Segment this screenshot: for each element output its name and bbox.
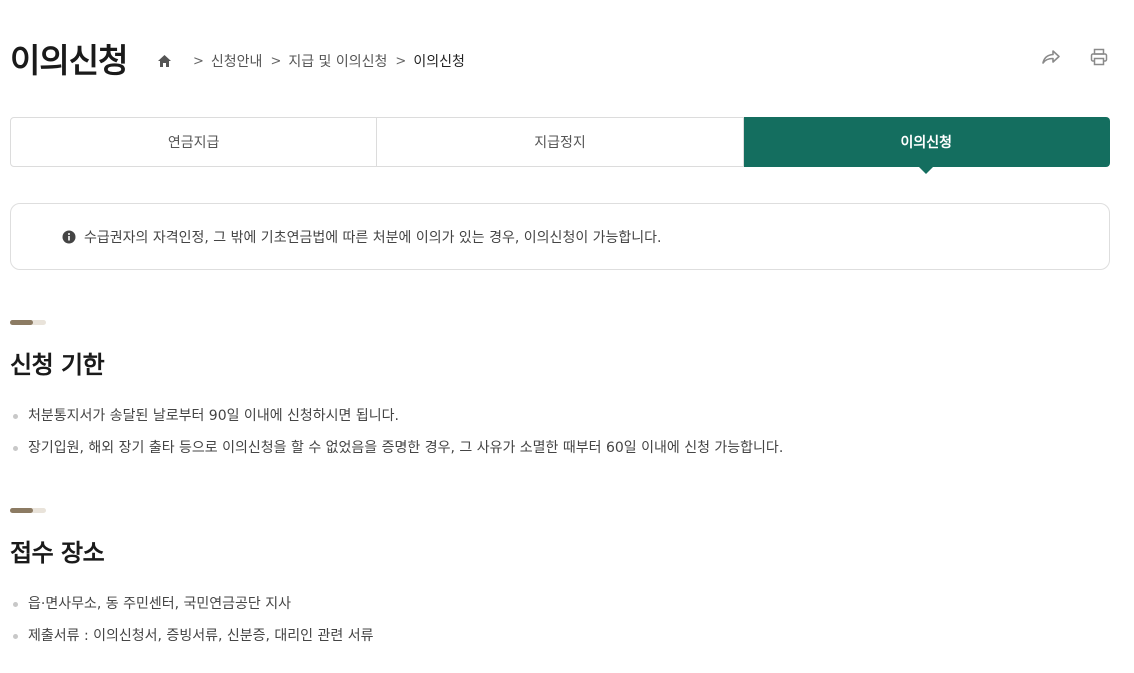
print-button[interactable] [1088, 46, 1110, 68]
breadcrumb: > 신청안내 > 지급 및 이의신청 > 이의신청 [157, 50, 473, 72]
tab-bar: 연금지급 지급정지 이의신청 [10, 117, 1110, 174]
print-icon [1090, 48, 1108, 66]
share-icon [1042, 50, 1060, 64]
chevron-right-icon: > [193, 53, 204, 69]
tab-objection[interactable]: 이의신청 [743, 117, 1110, 174]
chevron-right-icon: > [395, 53, 407, 69]
tab-pension-payment[interactable]: 연금지급 [10, 117, 378, 167]
notice-box: 수급권자의 자격인정, 그 밖에 기초연금법에 따른 처분에 이의가 있는 경우… [10, 203, 1110, 270]
breadcrumb-item-current: 이의신청 [413, 54, 465, 70]
section-application-deadline: 신청 기한 처분통지서가 송달된 날로부터 90일 이내에 신청하시면 됩니다.… [10, 320, 783, 470]
notice-text: 수급권자의 자격인정, 그 밖에 기초연금법에 따른 처분에 이의가 있는 경우… [84, 229, 662, 246]
home-icon[interactable] [157, 53, 173, 69]
page-title: 이의신청 [10, 41, 128, 80]
list-item: 장기입원, 해외 장기 출타 등으로 이의신청을 할 수 없었음을 증명한 경우… [10, 438, 783, 458]
chevron-right-icon: > [270, 53, 282, 69]
list-item: 제출서류 : 이의신청서, 증빙서류, 신분증, 대리인 관련 서류 [10, 626, 373, 646]
section-accent-bar [10, 508, 46, 513]
info-icon [62, 230, 76, 243]
breadcrumb-item-apply-guide[interactable]: 신청안내 [211, 51, 263, 71]
list-item: 처분통지서가 송달된 날로부터 90일 이내에 신청하시면 됩니다. [10, 406, 783, 426]
section-title: 접수 장소 [10, 539, 105, 567]
page-tools [1040, 46, 1110, 68]
section-reception-place: 접수 장소 읍·면사무소, 동 주민센터, 국민연금공단 지사 제출서류 : 이… [10, 508, 373, 658]
list-item: 읍·면사무소, 동 주민센터, 국민연금공단 지사 [10, 594, 373, 614]
breadcrumb-item-payment-objection[interactable]: 지급 및 이의신청 [288, 51, 387, 71]
share-button[interactable] [1040, 46, 1062, 68]
section-title: 신청 기한 [10, 351, 105, 379]
tab-payment-suspension[interactable]: 지급정지 [377, 117, 744, 167]
section-accent-bar [10, 320, 46, 325]
bullet-list: 읍·면사무소, 동 주민센터, 국민연금공단 지사 제출서류 : 이의신청서, … [10, 594, 373, 646]
bullet-list: 처분통지서가 송달된 날로부터 90일 이내에 신청하시면 됩니다. 장기입원,… [10, 406, 783, 458]
